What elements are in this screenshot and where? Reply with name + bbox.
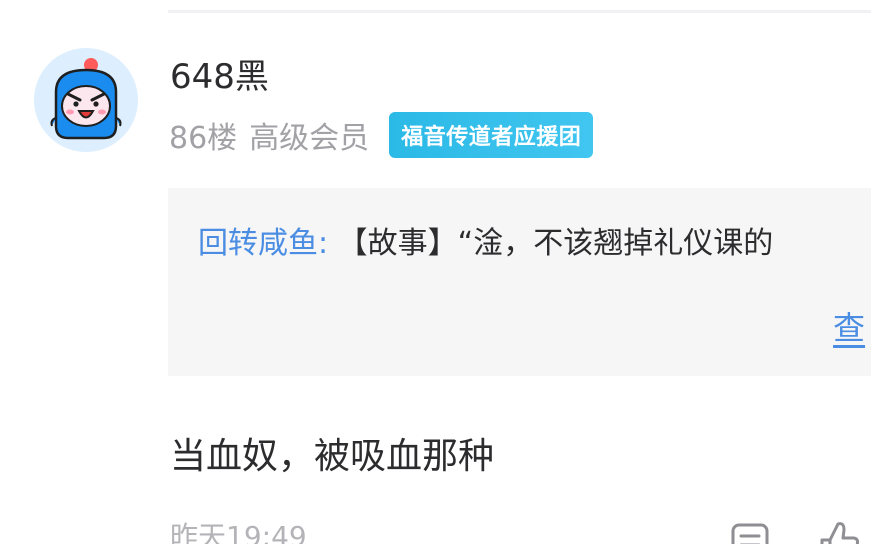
view-more-link[interactable]: 查 [833, 308, 865, 348]
username[interactable]: 648黑 [170, 56, 269, 98]
thumbs-up-icon[interactable] [816, 518, 860, 544]
quoted-comment[interactable]: 回转咸鱼: 【故事】“淦，不该翘掉礼仪课的 查 [168, 188, 871, 376]
avatar[interactable] [34, 48, 138, 152]
member-level: 高级会员 [249, 121, 370, 156]
quote-author[interactable]: 回转咸鱼: [198, 226, 328, 261]
reply-text: 当血奴，被吸血那种 [170, 436, 495, 477]
quote-text: 【故事】“淦，不该翘掉礼仪课的 [337, 226, 774, 261]
comment-icon[interactable] [730, 522, 770, 544]
quote-line: 回转咸鱼: 【故事】“淦，不该翘掉礼仪课的 [198, 224, 773, 264]
floor-number: 86楼 [169, 121, 238, 156]
timestamp: 昨天19:49 [170, 520, 307, 544]
fan-club-badge[interactable]: 福音传道者应援团 [389, 112, 594, 158]
angry-mascot-icon [50, 58, 122, 140]
comment-page: 648黑 86楼 高级会员 福音传道者应援团 回转咸鱼: 【故事】“淦，不该翘掉… [0, 0, 871, 544]
top-divider [168, 10, 871, 13]
meta-row: 86楼 高级会员 福音传道者应援团 [169, 112, 594, 158]
